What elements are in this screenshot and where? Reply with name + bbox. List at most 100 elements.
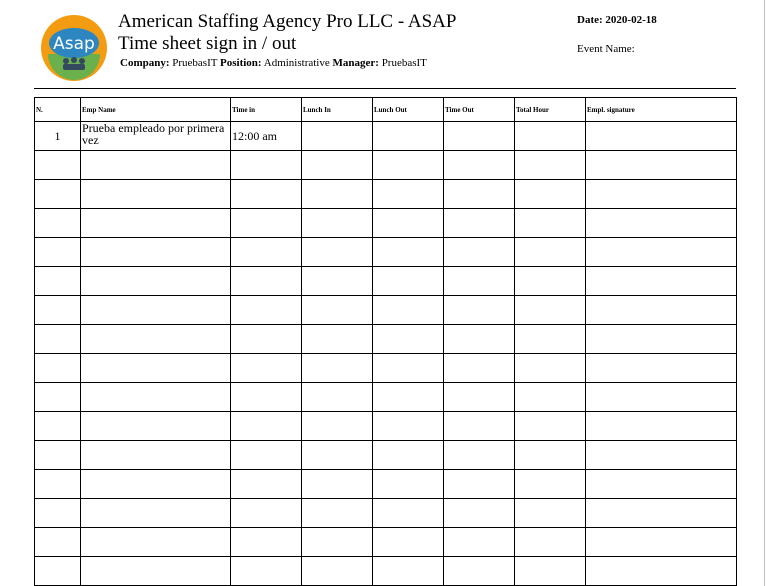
- cell-emp-name: [80, 527, 231, 557]
- cell-time-out: [443, 440, 515, 470]
- cell-total-hour: [514, 237, 586, 267]
- cell-time-in: [230, 440, 302, 470]
- cell-lunch-out: [372, 498, 444, 528]
- cell-time-out: [443, 266, 515, 296]
- cell-signature: [585, 353, 737, 383]
- cell-total-hour: [514, 208, 586, 238]
- cell-number: [34, 382, 81, 412]
- cell-total-hour: [514, 353, 586, 383]
- cell-time-in: [230, 469, 302, 499]
- cell-emp-name: [80, 411, 231, 441]
- cell-lunch-out: [372, 527, 444, 557]
- cell-emp-name: [80, 498, 231, 528]
- logo-text: Asap: [53, 34, 95, 54]
- col-header-total-hour: Total Hour: [514, 97, 586, 122]
- position-value: Administrative: [263, 57, 330, 69]
- cell-total-hour: [514, 498, 586, 528]
- cell-lunch-out: [372, 295, 444, 325]
- table-row: 1 Prueba empleado por primera vez 12:00 …: [34, 121, 737, 151]
- cell-total-hour: [514, 150, 586, 180]
- cell-time-out: [443, 498, 515, 528]
- cell-number: [34, 295, 81, 325]
- cell-signature: [585, 498, 737, 528]
- table-row-blank: [34, 150, 737, 180]
- cell-emp-name: [80, 382, 231, 412]
- sheet-date: Date: 2020-02-18: [577, 14, 657, 26]
- cell-total-hour: [514, 295, 586, 325]
- cell-lunch-out: [372, 353, 444, 383]
- cell-lunch-in: [301, 556, 373, 586]
- cell-lunch-in: [301, 469, 373, 499]
- cell-lunch-in: [301, 237, 373, 267]
- cell-total-hour: [514, 121, 586, 151]
- cell-time-out: [443, 295, 515, 325]
- cell-lunch-in: [301, 440, 373, 470]
- manager-value: PruebasIT: [381, 57, 427, 69]
- date-value: 2020-02-18: [605, 14, 657, 26]
- table-row-blank: [34, 382, 737, 412]
- cell-total-hour: [514, 527, 586, 557]
- cell-number: [34, 150, 81, 180]
- table-row-blank: [34, 324, 737, 354]
- event-label: Event Name:: [577, 43, 635, 55]
- cell-time-out: [443, 469, 515, 499]
- col-header-signature: Empl. signature: [585, 97, 737, 122]
- cell-lunch-in: [301, 411, 373, 441]
- cell-number: [34, 469, 81, 499]
- col-header-number: N.: [34, 97, 81, 122]
- cell-time-in: [230, 498, 302, 528]
- cell-time-in: [230, 266, 302, 296]
- cell-time-in: [230, 208, 302, 238]
- cell-signature: [585, 121, 737, 151]
- cell-lunch-in: [301, 353, 373, 383]
- cell-total-hour: [514, 266, 586, 296]
- cell-total-hour: [514, 179, 586, 209]
- cell-lunch-in: [301, 324, 373, 354]
- page-edge: [764, 0, 765, 586]
- cell-time-in: [230, 179, 302, 209]
- table-row-blank: [34, 469, 737, 499]
- cell-number: [34, 208, 81, 238]
- col-header-time-in: Time in: [230, 97, 302, 122]
- cell-lunch-in: [301, 179, 373, 209]
- cell-lunch-in: [301, 382, 373, 412]
- cell-number: [34, 237, 81, 267]
- cell-signature: [585, 382, 737, 412]
- table-row-blank: [34, 527, 737, 557]
- cell-time-out: [443, 324, 515, 354]
- cell-number: [34, 556, 81, 586]
- table-row-blank: [34, 411, 737, 441]
- table-row-blank: [34, 179, 737, 209]
- table-row-blank: [34, 353, 737, 383]
- cell-signature: [585, 556, 737, 586]
- cell-time-in: [230, 411, 302, 441]
- cell-lunch-out: [372, 179, 444, 209]
- cell-time-out: [443, 150, 515, 180]
- table-row-blank: [34, 440, 737, 470]
- cell-signature: [585, 295, 737, 325]
- cell-emp-name: [80, 556, 231, 586]
- cell-number: [34, 353, 81, 383]
- cell-signature: [585, 237, 737, 267]
- cell-time-out: [443, 382, 515, 412]
- cell-time-out: [443, 121, 515, 151]
- table-header-row: N. Emp Name Time in Lunch In Lunch Out T…: [34, 97, 737, 122]
- cell-time-in: 12:00 am: [230, 121, 302, 151]
- table-row-blank: [34, 295, 737, 325]
- cell-lunch-out: [372, 440, 444, 470]
- cell-emp-name: [80, 440, 231, 470]
- cell-number: [34, 179, 81, 209]
- cell-total-hour: [514, 469, 586, 499]
- position-label: Position:: [220, 57, 262, 69]
- cell-emp-name: [80, 208, 231, 238]
- cell-number: [34, 440, 81, 470]
- cell-lunch-in: [301, 208, 373, 238]
- date-label: Date:: [577, 14, 603, 26]
- cell-lunch-out: [372, 266, 444, 296]
- cell-lunch-out: [372, 556, 444, 586]
- cell-time-in: [230, 150, 302, 180]
- cell-lunch-out: [372, 382, 444, 412]
- cell-emp-name: [80, 469, 231, 499]
- col-header-time-out: Time Out: [443, 97, 515, 122]
- cell-lunch-out: [372, 121, 444, 151]
